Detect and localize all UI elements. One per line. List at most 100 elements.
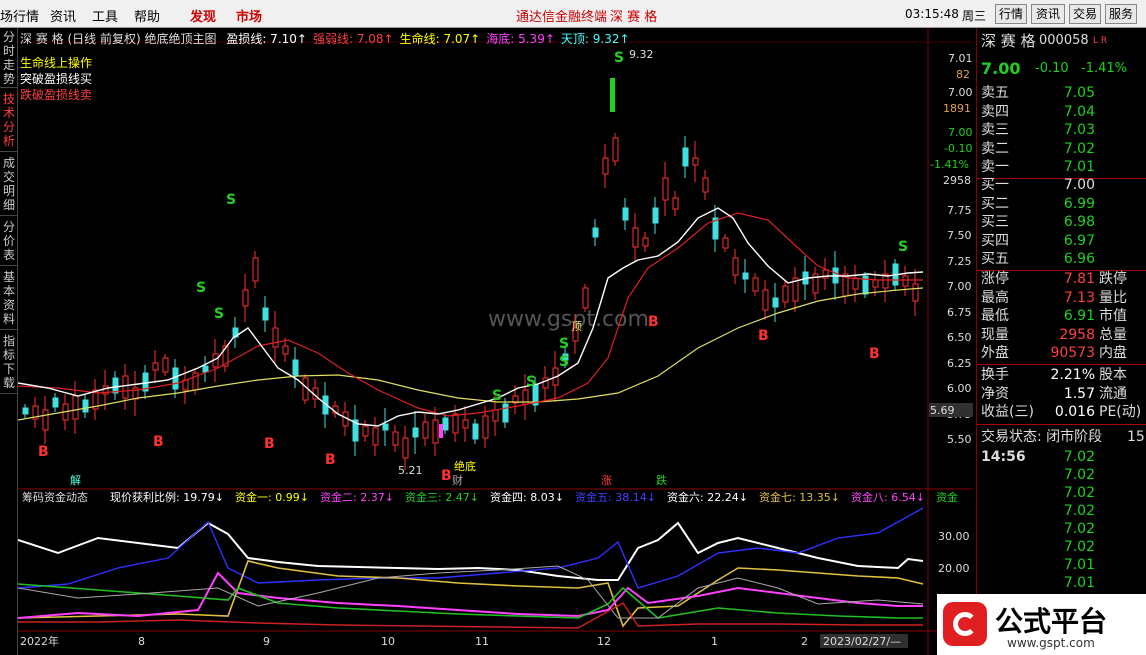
stat2-row-value: 0.016 — [1054, 404, 1095, 420]
price-tick: 7.25 — [947, 255, 972, 268]
brand-url: www.gspt.com — [1007, 636, 1095, 650]
chart-period[interactable]: (日线 前复权) — [67, 32, 140, 46]
legend-break-up: 突破盈损线买 — [20, 72, 93, 86]
stat-row[interactable]: 涨停 7.81 跌停 — [977, 270, 1146, 288]
sub-axis-tick: 30.00 — [938, 530, 970, 543]
candle-body — [492, 409, 499, 422]
stat2-row[interactable]: 收益(三) 0.016 PE(动) — [977, 403, 1146, 421]
bid-row[interactable]: 买四 6.97 — [977, 232, 1146, 250]
menu-discover[interactable]: 发现 — [190, 6, 216, 25]
tab-intraday[interactable]: 分时走势 — [0, 28, 18, 88]
trade-status: 交易状态: 闭市阶段 — [981, 429, 1103, 445]
stat-row-trail: 量比 — [1099, 289, 1127, 306]
bid-row-label: 买二 — [981, 195, 1009, 212]
tab-price-table[interactable]: 分价表 — [0, 218, 18, 266]
price-tick: 5.50 — [947, 433, 972, 446]
buy-signal: B — [441, 468, 452, 484]
tab-fundamentals[interactable]: 基本资料 — [0, 268, 18, 330]
high-price-label: 9.32 — [629, 48, 654, 61]
ask-row[interactable]: 卖二 7.02 — [977, 140, 1146, 158]
buy-signal: B — [153, 434, 164, 450]
candle-body — [22, 407, 29, 415]
fund-legend-item: 资金一: 0.99↓ — [235, 490, 309, 504]
stat2-row[interactable]: 换手 2.21% 股本 — [977, 366, 1146, 384]
bid-row-label: 买一 — [981, 177, 1009, 193]
tick-row: 7.02 — [977, 520, 1146, 538]
weekday: 周三 — [962, 9, 987, 23]
candle-body — [392, 431, 399, 446]
quote-change-pct: -1.41% — [1081, 61, 1127, 76]
indicator-name[interactable]: 绝底绝顶主图 — [144, 32, 216, 46]
quote-button[interactable]: 行情 — [995, 4, 1027, 24]
stat-row-value: 6.91 — [1063, 308, 1095, 324]
candle-body — [702, 177, 709, 193]
tick-price: 7.02 — [1063, 467, 1095, 483]
ask-row[interactable]: 卖三 7.03 — [977, 121, 1146, 139]
candle-body — [722, 237, 729, 249]
menu-help[interactable]: 帮助 — [134, 6, 160, 25]
menu-markets[interactable]: 市场 — [236, 6, 262, 25]
time-tick: 11 — [475, 635, 489, 648]
tick-row: 7.01 — [977, 574, 1146, 592]
quote-price: 7.00 — [981, 59, 1021, 78]
brand-name: 公式平台 — [995, 605, 1108, 638]
stat2-row[interactable]: 净资 1.57 流通 — [977, 385, 1146, 403]
tick-price: 7.01 — [1063, 557, 1095, 573]
ask-row[interactable]: 卖四 7.04 — [977, 103, 1146, 121]
price-tick: 6.25 — [947, 357, 972, 370]
candle-body — [542, 377, 549, 389]
candle-body — [732, 257, 739, 276]
sell-signal: S — [559, 354, 569, 370]
unlock-marker: 解 — [70, 473, 81, 487]
info-button[interactable]: 资讯 — [1031, 4, 1065, 24]
stat-row[interactable]: 最低 6.91 市值 — [977, 307, 1146, 325]
candle-body — [372, 427, 379, 446]
axis-top-2: 82 — [956, 68, 970, 81]
stat-row[interactable]: 外盘 90573 内盘 — [977, 344, 1146, 362]
tab-indicator-download[interactable]: 指标下载 — [0, 332, 18, 394]
fund-legend-item: 资金 — [936, 490, 958, 504]
bid-row[interactable]: 买一 7.00 — [977, 176, 1146, 194]
candle-body — [412, 427, 419, 438]
axis-top-3: 7.00 — [948, 86, 973, 99]
stat-row-value: 90573 — [1050, 345, 1095, 361]
sell-signal: S — [898, 239, 908, 255]
bid-row[interactable]: 买二 6.99 — [977, 195, 1146, 213]
menu-news[interactable]: 资讯 — [50, 6, 76, 25]
stat2-row-trail: 股本 — [1099, 367, 1127, 383]
tab-trades[interactable]: 成交明细 — [0, 154, 18, 216]
brand-logo-icon — [943, 602, 987, 646]
chart-header: 深 赛 格 (日线 前复权) 绝底绝顶主图 盈损线: 7.10↑ 强弱线: 7.0… — [20, 30, 630, 47]
kline-chart[interactable]: www.gspt.com 9.32 5.21 绝底 顶 财 解 涨 跌 B B … — [18, 28, 973, 655]
time-tick: 2 — [801, 635, 808, 648]
ask-row-value: 7.01 — [1063, 159, 1095, 175]
bid-row[interactable]: 买五 6.96 — [977, 250, 1146, 268]
sell-signal: S — [196, 280, 206, 296]
candle-body — [82, 399, 89, 413]
cursor-date: 2023/02/27/— — [823, 635, 901, 648]
candle-body — [362, 425, 369, 437]
candle-body — [172, 367, 179, 390]
terminal-title: 通达信金融终端 — [516, 10, 608, 25]
ask-row[interactable]: 卖一 7.01 — [977, 158, 1146, 176]
tab-technical[interactable]: 技术分析 — [0, 90, 18, 152]
tick-row: 7.02 — [977, 484, 1146, 502]
bid-row[interactable]: 买三 6.98 — [977, 213, 1146, 231]
ask-row-value: 7.04 — [1063, 103, 1095, 120]
bid-row-value: 6.97 — [1063, 232, 1095, 249]
trade-button[interactable]: 交易 — [1069, 4, 1101, 24]
quote-stock-name: 深 赛 格 — [981, 32, 1036, 50]
stat-row[interactable]: 现量 2958 总量 — [977, 326, 1146, 344]
stat-row-label: 现量 — [981, 326, 1009, 343]
stat-row[interactable]: 最高 7.13 量比 — [977, 289, 1146, 307]
stat-row-trail: 市值 — [1099, 308, 1127, 324]
bottom-label: 绝底 — [454, 459, 476, 473]
tick-row: 7.02 — [977, 466, 1146, 484]
ask-row[interactable]: 卖五 7.05 — [977, 84, 1146, 102]
service-button[interactable]: 服务 — [1105, 4, 1137, 24]
menu-tools[interactable]: 工具 — [92, 6, 118, 25]
tick-price: 7.02 — [1063, 449, 1095, 465]
buy-signal: B — [869, 346, 880, 362]
candle-body — [742, 272, 749, 280]
menu-market[interactable]: 场行情 — [0, 6, 39, 25]
